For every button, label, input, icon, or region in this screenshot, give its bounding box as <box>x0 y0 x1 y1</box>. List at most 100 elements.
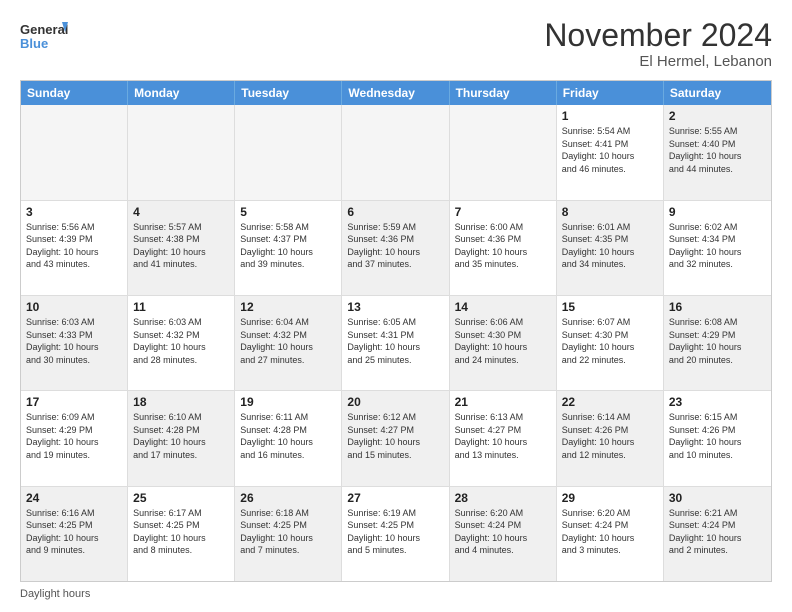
day-info: Sunrise: 6:10 AM Sunset: 4:28 PM Dayligh… <box>133 411 229 461</box>
calendar-day-cell: 20 Sunrise: 6:12 AM Sunset: 4:27 PM Dayli… <box>342 391 449 485</box>
day-number: 10 <box>26 300 122 314</box>
calendar-day-cell <box>235 105 342 199</box>
day-number: 26 <box>240 491 336 505</box>
day-number: 27 <box>347 491 443 505</box>
day-info: Sunrise: 5:58 AM Sunset: 4:37 PM Dayligh… <box>240 221 336 271</box>
day-number: 3 <box>26 205 122 219</box>
calendar-header-cell: Sunday <box>21 81 128 105</box>
calendar-day-cell: 26Sunrise: 6:18 AM Sunset: 4:25 PM Dayli… <box>235 487 342 581</box>
calendar-day-cell: 23Sunrise: 6:15 AM Sunset: 4:26 PM Dayli… <box>664 391 771 485</box>
calendar-day-cell: 11Sunrise: 6:03 AM Sunset: 4:32 PM Dayli… <box>128 296 235 390</box>
day-number: 4 <box>133 205 229 219</box>
day-info: Sunrise: 6:15 AM Sunset: 4:26 PM Dayligh… <box>669 411 766 461</box>
calendar-day-cell: 15Sunrise: 6:07 AM Sunset: 4:30 PM Dayli… <box>557 296 664 390</box>
day-number: 2 <box>669 109 766 123</box>
calendar-header-cell: Thursday <box>450 81 557 105</box>
calendar-day-cell: 19 Sunrise: 6:11 AM Sunset: 4:28 PM Dayli… <box>235 391 342 485</box>
calendar-day-cell: 16 Sunrise: 6:08 AM Sunset: 4:29 PM Dayli… <box>664 296 771 390</box>
calendar-day-cell: 12 Sunrise: 6:04 AM Sunset: 4:32 PM Dayli… <box>235 296 342 390</box>
calendar-week: 17 Sunrise: 6:09 AM Sunset: 4:29 PM Dayli… <box>21 391 771 486</box>
day-number: 21 <box>455 395 551 409</box>
svg-text:Blue: Blue <box>20 36 48 51</box>
day-info: Sunrise: 6:16 AM Sunset: 4:25 PM Dayligh… <box>26 507 122 557</box>
day-info: Sunrise: 6:12 AM Sunset: 4:27 PM Dayligh… <box>347 411 443 461</box>
calendar-day-cell: 5 Sunrise: 5:58 AM Sunset: 4:37 PM Daylig… <box>235 201 342 295</box>
calendar-day-cell: 24 Sunrise: 6:16 AM Sunset: 4:25 PM Dayli… <box>21 487 128 581</box>
day-number: 9 <box>669 205 766 219</box>
day-number: 18 <box>133 395 229 409</box>
calendar-week: 1Sunrise: 5:54 AM Sunset: 4:41 PM Daylig… <box>21 105 771 200</box>
day-number: 19 <box>240 395 336 409</box>
day-number: 14 <box>455 300 551 314</box>
day-number: 1 <box>562 109 658 123</box>
day-number: 24 <box>26 491 122 505</box>
logo-svg: General Blue <box>20 18 68 58</box>
page-title: November 2024 <box>544 18 772 53</box>
calendar-header-cell: Wednesday <box>342 81 449 105</box>
calendar-day-cell: 9 Sunrise: 6:02 AM Sunset: 4:34 PM Daylig… <box>664 201 771 295</box>
page-subtitle: El Hermel, Lebanon <box>544 53 772 70</box>
day-number: 20 <box>347 395 443 409</box>
day-info: Sunrise: 6:17 AM Sunset: 4:25 PM Dayligh… <box>133 507 229 557</box>
footer: Daylight hours <box>20 588 772 600</box>
day-info: Sunrise: 6:21 AM Sunset: 4:24 PM Dayligh… <box>669 507 766 557</box>
day-info: Sunrise: 5:57 AM Sunset: 4:38 PM Dayligh… <box>133 221 229 271</box>
day-info: Sunrise: 6:02 AM Sunset: 4:34 PM Dayligh… <box>669 221 766 271</box>
day-info: Sunrise: 6:20 AM Sunset: 4:24 PM Dayligh… <box>455 507 551 557</box>
day-info: Sunrise: 6:04 AM Sunset: 4:32 PM Dayligh… <box>240 316 336 366</box>
calendar-header-cell: Monday <box>128 81 235 105</box>
day-info: Sunrise: 6:08 AM Sunset: 4:29 PM Dayligh… <box>669 316 766 366</box>
calendar-day-cell <box>342 105 449 199</box>
day-number: 5 <box>240 205 336 219</box>
calendar-day-cell: 22Sunrise: 6:14 AM Sunset: 4:26 PM Dayli… <box>557 391 664 485</box>
day-info: Sunrise: 6:20 AM Sunset: 4:24 PM Dayligh… <box>562 507 658 557</box>
day-number: 7 <box>455 205 551 219</box>
calendar-day-cell: 14 Sunrise: 6:06 AM Sunset: 4:30 PM Dayli… <box>450 296 557 390</box>
calendar-header-cell: Saturday <box>664 81 771 105</box>
day-number: 12 <box>240 300 336 314</box>
day-number: 13 <box>347 300 443 314</box>
calendar-day-cell: 10 Sunrise: 6:03 AM Sunset: 4:33 PM Dayli… <box>21 296 128 390</box>
day-info: Sunrise: 6:06 AM Sunset: 4:30 PM Dayligh… <box>455 316 551 366</box>
day-number: 25 <box>133 491 229 505</box>
calendar-header-cell: Tuesday <box>235 81 342 105</box>
calendar-day-cell: 1Sunrise: 5:54 AM Sunset: 4:41 PM Daylig… <box>557 105 664 199</box>
calendar-header-cell: Friday <box>557 81 664 105</box>
day-info: Sunrise: 5:56 AM Sunset: 4:39 PM Dayligh… <box>26 221 122 271</box>
day-number: 11 <box>133 300 229 314</box>
calendar: SundayMondayTuesdayWednesdayThursdayFrid… <box>20 80 772 582</box>
day-info: Sunrise: 5:55 AM Sunset: 4:40 PM Dayligh… <box>669 125 766 175</box>
calendar-day-cell <box>450 105 557 199</box>
day-info: Sunrise: 6:07 AM Sunset: 4:30 PM Dayligh… <box>562 316 658 366</box>
svg-text:General: General <box>20 22 68 37</box>
calendar-header: SundayMondayTuesdayWednesdayThursdayFrid… <box>21 81 771 105</box>
day-info: Sunrise: 6:11 AM Sunset: 4:28 PM Dayligh… <box>240 411 336 461</box>
day-number: 16 <box>669 300 766 314</box>
day-info: Sunrise: 6:01 AM Sunset: 4:35 PM Dayligh… <box>562 221 658 271</box>
calendar-day-cell <box>21 105 128 199</box>
calendar-day-cell: 18 Sunrise: 6:10 AM Sunset: 4:28 PM Dayli… <box>128 391 235 485</box>
day-number: 29 <box>562 491 658 505</box>
calendar-day-cell: 4 Sunrise: 5:57 AM Sunset: 4:38 PM Daylig… <box>128 201 235 295</box>
day-info: Sunrise: 5:59 AM Sunset: 4:36 PM Dayligh… <box>347 221 443 271</box>
calendar-day-cell: 8 Sunrise: 6:01 AM Sunset: 4:35 PM Daylig… <box>557 201 664 295</box>
calendar-week: 3 Sunrise: 5:56 AM Sunset: 4:39 PM Daylig… <box>21 201 771 296</box>
day-info: Sunrise: 6:00 AM Sunset: 4:36 PM Dayligh… <box>455 221 551 271</box>
day-info: Sunrise: 6:13 AM Sunset: 4:27 PM Dayligh… <box>455 411 551 461</box>
day-number: 22 <box>562 395 658 409</box>
calendar-day-cell <box>128 105 235 199</box>
day-info: Sunrise: 6:09 AM Sunset: 4:29 PM Dayligh… <box>26 411 122 461</box>
day-number: 8 <box>562 205 658 219</box>
calendar-day-cell: 6Sunrise: 5:59 AM Sunset: 4:36 PM Daylig… <box>342 201 449 295</box>
logo: General Blue <box>20 18 68 58</box>
calendar-day-cell: 29 Sunrise: 6:20 AM Sunset: 4:24 PM Dayli… <box>557 487 664 581</box>
day-info: Sunrise: 6:19 AM Sunset: 4:25 PM Dayligh… <box>347 507 443 557</box>
calendar-day-cell: 28Sunrise: 6:20 AM Sunset: 4:24 PM Dayli… <box>450 487 557 581</box>
day-number: 30 <box>669 491 766 505</box>
calendar-day-cell: 30 Sunrise: 6:21 AM Sunset: 4:24 PM Dayli… <box>664 487 771 581</box>
day-number: 17 <box>26 395 122 409</box>
calendar-day-cell: 25 Sunrise: 6:17 AM Sunset: 4:25 PM Dayli… <box>128 487 235 581</box>
calendar-day-cell: 27 Sunrise: 6:19 AM Sunset: 4:25 PM Dayli… <box>342 487 449 581</box>
day-info: Sunrise: 6:03 AM Sunset: 4:33 PM Dayligh… <box>26 316 122 366</box>
calendar-day-cell: 17 Sunrise: 6:09 AM Sunset: 4:29 PM Dayli… <box>21 391 128 485</box>
